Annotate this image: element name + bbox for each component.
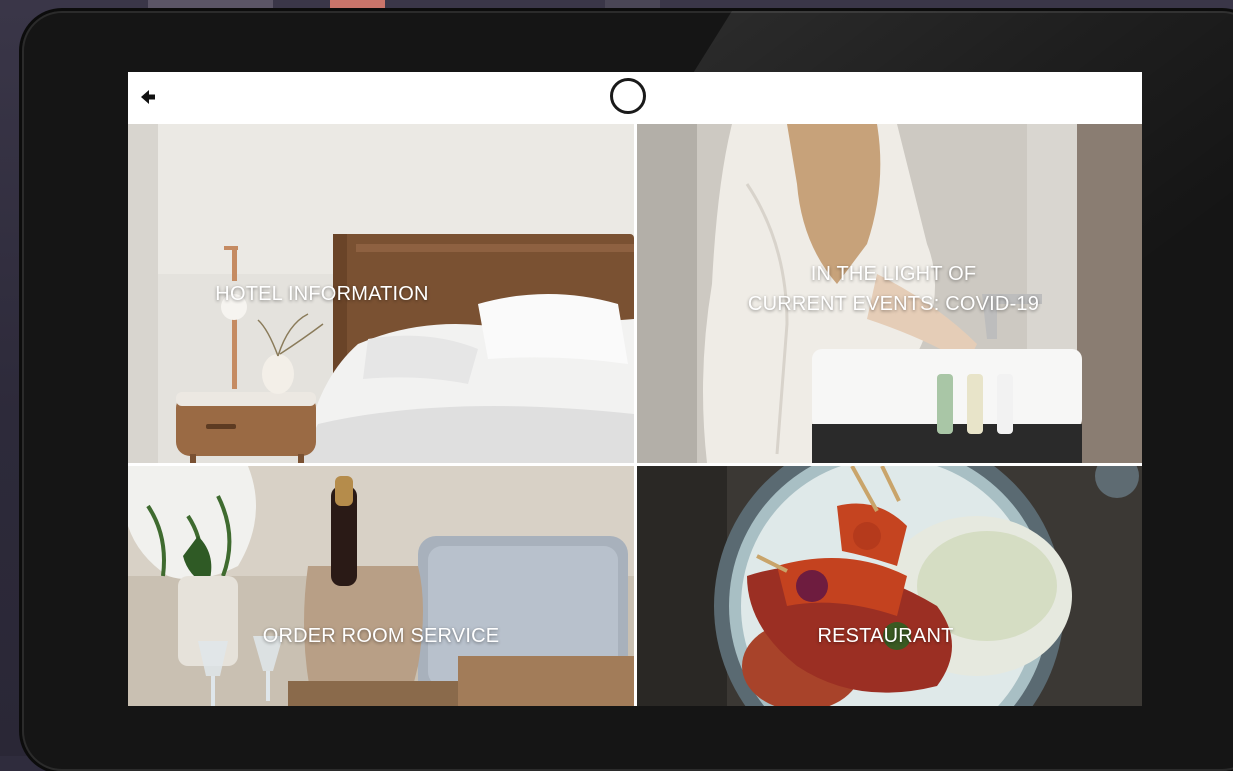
top-bar <box>128 72 1142 123</box>
backdrop-strip <box>330 0 385 10</box>
tile-label-text: IN THE LIGHT OF <box>810 263 977 285</box>
tile-restaurant[interactable]: RESTAURANT <box>637 466 1142 706</box>
app-screen: HOTEL INFORMATION IN THE LIGHT OF CURREN… <box>128 72 1142 706</box>
tile-label: RESTAURANT <box>637 621 1142 651</box>
tile-covid-19[interactable]: IN THE LIGHT OF CURRENT EVENTS: COVID-19 <box>637 124 1142 463</box>
room-service-image <box>128 466 634 706</box>
back-button[interactable] <box>138 86 160 108</box>
tile-label: HOTEL INFORMATION <box>128 279 516 309</box>
arrow-left-icon <box>141 90 155 104</box>
tile-order-room-service[interactable]: ORDER ROOM SERVICE <box>128 466 634 706</box>
tile-label: ORDER ROOM SERVICE <box>128 621 634 651</box>
tile-hotel-information[interactable]: HOTEL INFORMATION <box>128 124 634 463</box>
circle-logo-icon[interactable] <box>610 78 646 114</box>
tile-label: IN THE LIGHT OF CURRENT EVENTS: COVID-19 <box>637 259 1142 319</box>
tile-label-text: RESTAURANT <box>817 625 954 647</box>
tile-label-text: ORDER ROOM SERVICE <box>262 625 500 647</box>
tile-label-text: HOTEL INFORMATION <box>215 283 429 305</box>
backdrop-strip <box>148 0 273 10</box>
tile-label-text: CURRENT EVENTS: COVID-19 <box>747 293 1040 315</box>
backdrop-strip <box>605 0 660 10</box>
restaurant-image <box>637 466 1142 706</box>
